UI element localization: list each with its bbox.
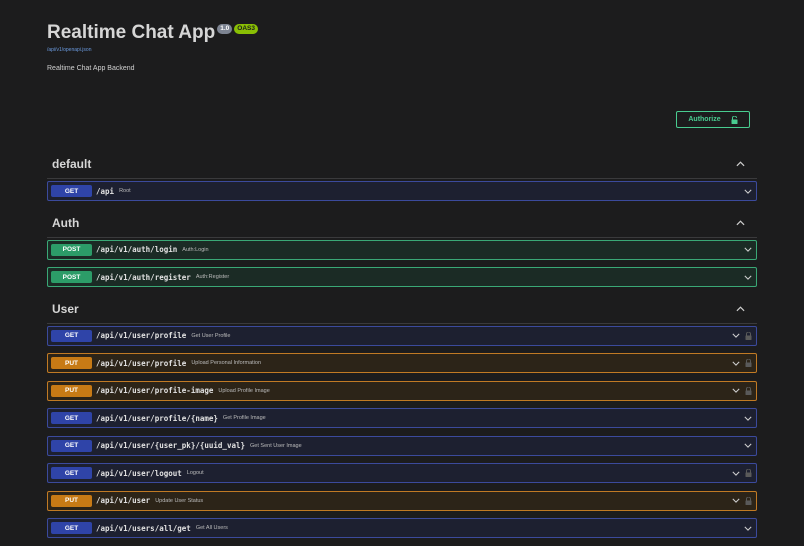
chevron-down-icon[interactable] [744,416,752,421]
operation-row[interactable]: PUT/api/v1/user/profile Upload Personal I… [47,353,757,373]
operation-path: /api/v1/user/profile-image [96,386,214,395]
operation-path: /api/v1/user/profile [96,358,187,368]
operation-path: /api [96,186,115,196]
operation-controls [744,182,752,200]
operation-row[interactable]: GET/api/v1/user/profile/{name} Get Profil… [47,408,757,428]
operation-summary: Logout [186,470,204,476]
authorize-button[interactable]: Authorize [676,111,750,128]
operation-path: /api/v1/user/logout [96,468,182,478]
operation-row[interactable]: GET/api/v1/users/all/get Get All Users [47,518,757,538]
method-badge: GET [51,329,92,342]
chevron-down-icon[interactable] [732,498,740,503]
operation-controls [732,492,752,510]
unlock-icon [731,115,738,124]
lock-icon[interactable] [745,331,752,340]
operation-controls [732,382,752,400]
operation-controls [744,409,752,427]
operation-path: /api/v1/user/profile [96,331,187,340]
method-badge: POST [51,243,92,256]
lock-icon[interactable] [745,359,752,367]
operation-summary: Auth:Login [182,246,209,253]
method-badge: PUT [51,494,92,507]
operation-summary: Root [119,188,131,194]
title-row: Realtime Chat App 1.0 OAS3 [47,22,258,44]
method-badge: PUT [51,357,92,369]
operation-row[interactable]: GET/api Root [47,181,757,201]
chevron-down-icon[interactable] [732,361,740,366]
operation-summary: Get All Users [195,525,228,531]
method-badge: GET [51,467,92,479]
operation-path: /api/v1/user/profile/{name} [96,413,218,423]
chevron-up-icon[interactable] [736,161,745,167]
operation-path: /api/v1/user [96,496,151,505]
chevron-down-icon[interactable] [744,443,752,448]
lock-icon[interactable] [745,496,752,505]
authorize-label: Authorize [688,116,721,123]
operation-row[interactable]: GET/api/v1/user/logout Logout [47,463,757,483]
tag-title: Auth [52,215,80,230]
operation-row[interactable]: PUT/api/v1/user Update User Status [47,490,757,511]
method-badge: GET [51,412,92,424]
api-info: Realtime Chat App 1.0 OAS3 /api/v1/opena… [47,22,258,72]
chevron-down-icon[interactable] [744,275,752,280]
operation-path: /api/v1/auth/register [96,272,191,282]
operation-controls [744,437,752,455]
tag-section-user[interactable]: User [47,295,757,324]
operation-controls [744,241,752,259]
operations-list: default GET/api Root Auth POST/api/v1/auth/l… [47,150,757,546]
operation-controls [744,519,752,537]
openapi-spec-link[interactable]: /api/v1/openapi.json [47,47,258,53]
operation-summary: Get Profile Image [222,415,266,421]
operation-controls [732,327,752,345]
operation-summary: Update User Status [155,497,204,504]
chevron-down-icon[interactable] [744,247,752,252]
chevron-up-icon[interactable] [736,305,745,312]
operation-row[interactable]: POST/api/v1/auth/login Auth:Login [47,239,757,260]
operation-path: /api/v1/user/{user_pk}/{uuid_val} [96,441,246,450]
operation-row[interactable]: GET/api/v1/user/profile Get User Profile [47,325,757,346]
api-description: Realtime Chat App Backend [47,65,135,72]
chevron-down-icon[interactable] [732,333,740,338]
chevron-down-icon[interactable] [744,189,752,194]
chevron-down-icon[interactable] [744,526,752,531]
method-badge: GET [51,439,92,452]
operation-controls [732,354,752,372]
operation-row[interactable]: POST/api/v1/auth/register Auth:Register [47,267,757,287]
lock-icon[interactable] [745,386,752,395]
method-badge: GET [51,522,92,534]
operation-row[interactable]: GET/api/v1/user/{user_pk}/{uuid_val} Get … [47,435,757,456]
operation-summary: Get User Profile [191,332,231,339]
chevron-up-icon[interactable] [736,219,745,226]
operation-summary: Upload Personal Information [191,360,262,366]
chevron-down-icon[interactable] [732,388,740,393]
operation-row[interactable]: PUT/api/v1/user/profile-image Upload Prof… [47,380,757,401]
method-badge: GET [51,185,92,197]
operation-path: /api/v1/auth/login [96,245,178,254]
lock-icon[interactable] [745,469,752,477]
oas-badge: OAS3 [234,24,258,34]
version-badge: 1.0 [217,24,233,34]
tag-section-auth[interactable]: Auth [47,209,757,238]
operation-path: /api/v1/users/all/get [96,523,191,533]
operation-summary: Get Sent User Image [250,442,302,449]
method-badge: PUT [51,384,92,397]
tag-title: User [52,301,79,316]
tag-section-default[interactable]: default [47,150,757,179]
operation-summary: Auth:Register [195,274,230,280]
chevron-down-icon[interactable] [732,471,740,476]
method-badge: POST [51,271,92,283]
page-title: Realtime Chat App [47,22,216,43]
operation-controls [732,464,752,482]
operation-summary: Upload Profile Image [218,387,270,394]
tag-title: default [52,157,92,171]
operation-controls [744,268,752,286]
